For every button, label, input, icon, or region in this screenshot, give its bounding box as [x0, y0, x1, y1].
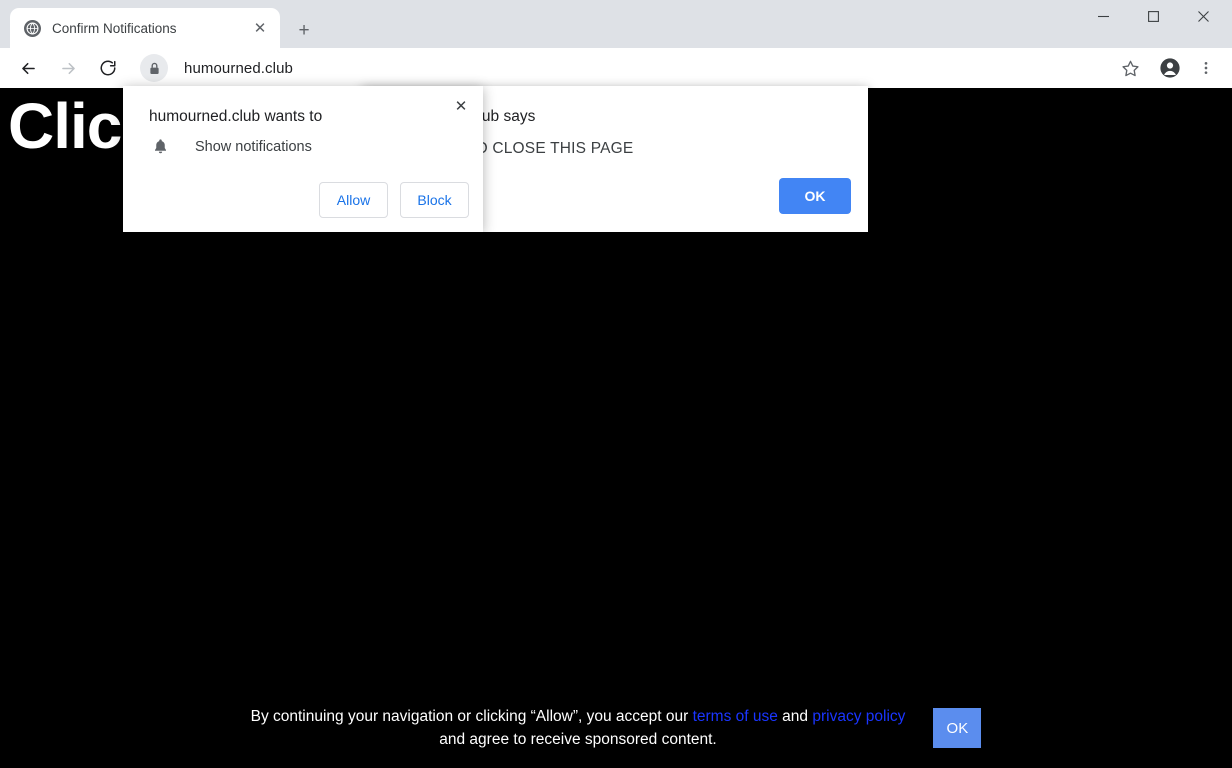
window-minimize-button[interactable] — [1080, 0, 1126, 32]
browser-menu-icon[interactable] — [1190, 52, 1222, 84]
url-text: humourned.club — [184, 59, 293, 77]
new-tab-button[interactable]: + — [290, 16, 318, 44]
browser-window: Confirm Notifications ✕ + humourned.club… — [0, 0, 1232, 768]
terms-of-use-link[interactable]: terms of use — [693, 708, 778, 725]
privacy-policy-link[interactable]: privacy policy — [812, 708, 905, 725]
reload-button[interactable] — [90, 50, 126, 86]
tab-favicon-globe-icon — [24, 19, 41, 37]
permission-allow-button[interactable]: Allow — [319, 182, 388, 218]
tab-confirm-notifications[interactable]: Confirm Notifications ✕ — [10, 8, 280, 48]
forward-button — [50, 50, 86, 86]
permission-label: Show notifications — [195, 138, 312, 155]
permission-actions: Allow Block — [319, 182, 469, 218]
window-close-button[interactable] — [1180, 0, 1226, 32]
browser-toolbar: humourned.club — [0, 48, 1232, 88]
lock-icon[interactable] — [140, 54, 168, 82]
bell-icon — [149, 138, 171, 155]
consent-text-before: By continuing your navigation or clickin… — [250, 708, 693, 725]
permission-row: Show notifications — [149, 138, 312, 155]
notification-permission-bubble: ✕ humourned.club wants to Show notificat… — [123, 86, 483, 232]
tab-title: Confirm Notifications — [52, 20, 177, 36]
consent-text: By continuing your navigation or clickin… — [251, 705, 906, 751]
consent-banner: By continuing your navigation or clickin… — [0, 688, 1232, 768]
permission-title: humourned.club wants to — [149, 108, 323, 125]
consent-text-between: and — [777, 708, 813, 725]
window-maximize-button[interactable] — [1130, 0, 1176, 32]
permission-close-icon[interactable]: ✕ — [447, 92, 475, 120]
bookmark-star-icon[interactable] — [1114, 52, 1146, 84]
profile-avatar-icon[interactable] — [1154, 52, 1186, 84]
tab-close-icon[interactable]: ✕ — [248, 16, 272, 40]
back-button[interactable] — [10, 50, 46, 86]
permission-block-button[interactable]: Block — [400, 182, 469, 218]
tab-strip: Confirm Notifications ✕ + — [0, 0, 1232, 48]
consent-ok-button[interactable]: OK — [933, 708, 982, 748]
address-bar[interactable]: humourned.club — [136, 53, 1108, 83]
consent-text-line2: and agree to receive sponsored content. — [439, 731, 717, 748]
js-dialog-ok-button[interactable]: OK — [779, 178, 851, 214]
